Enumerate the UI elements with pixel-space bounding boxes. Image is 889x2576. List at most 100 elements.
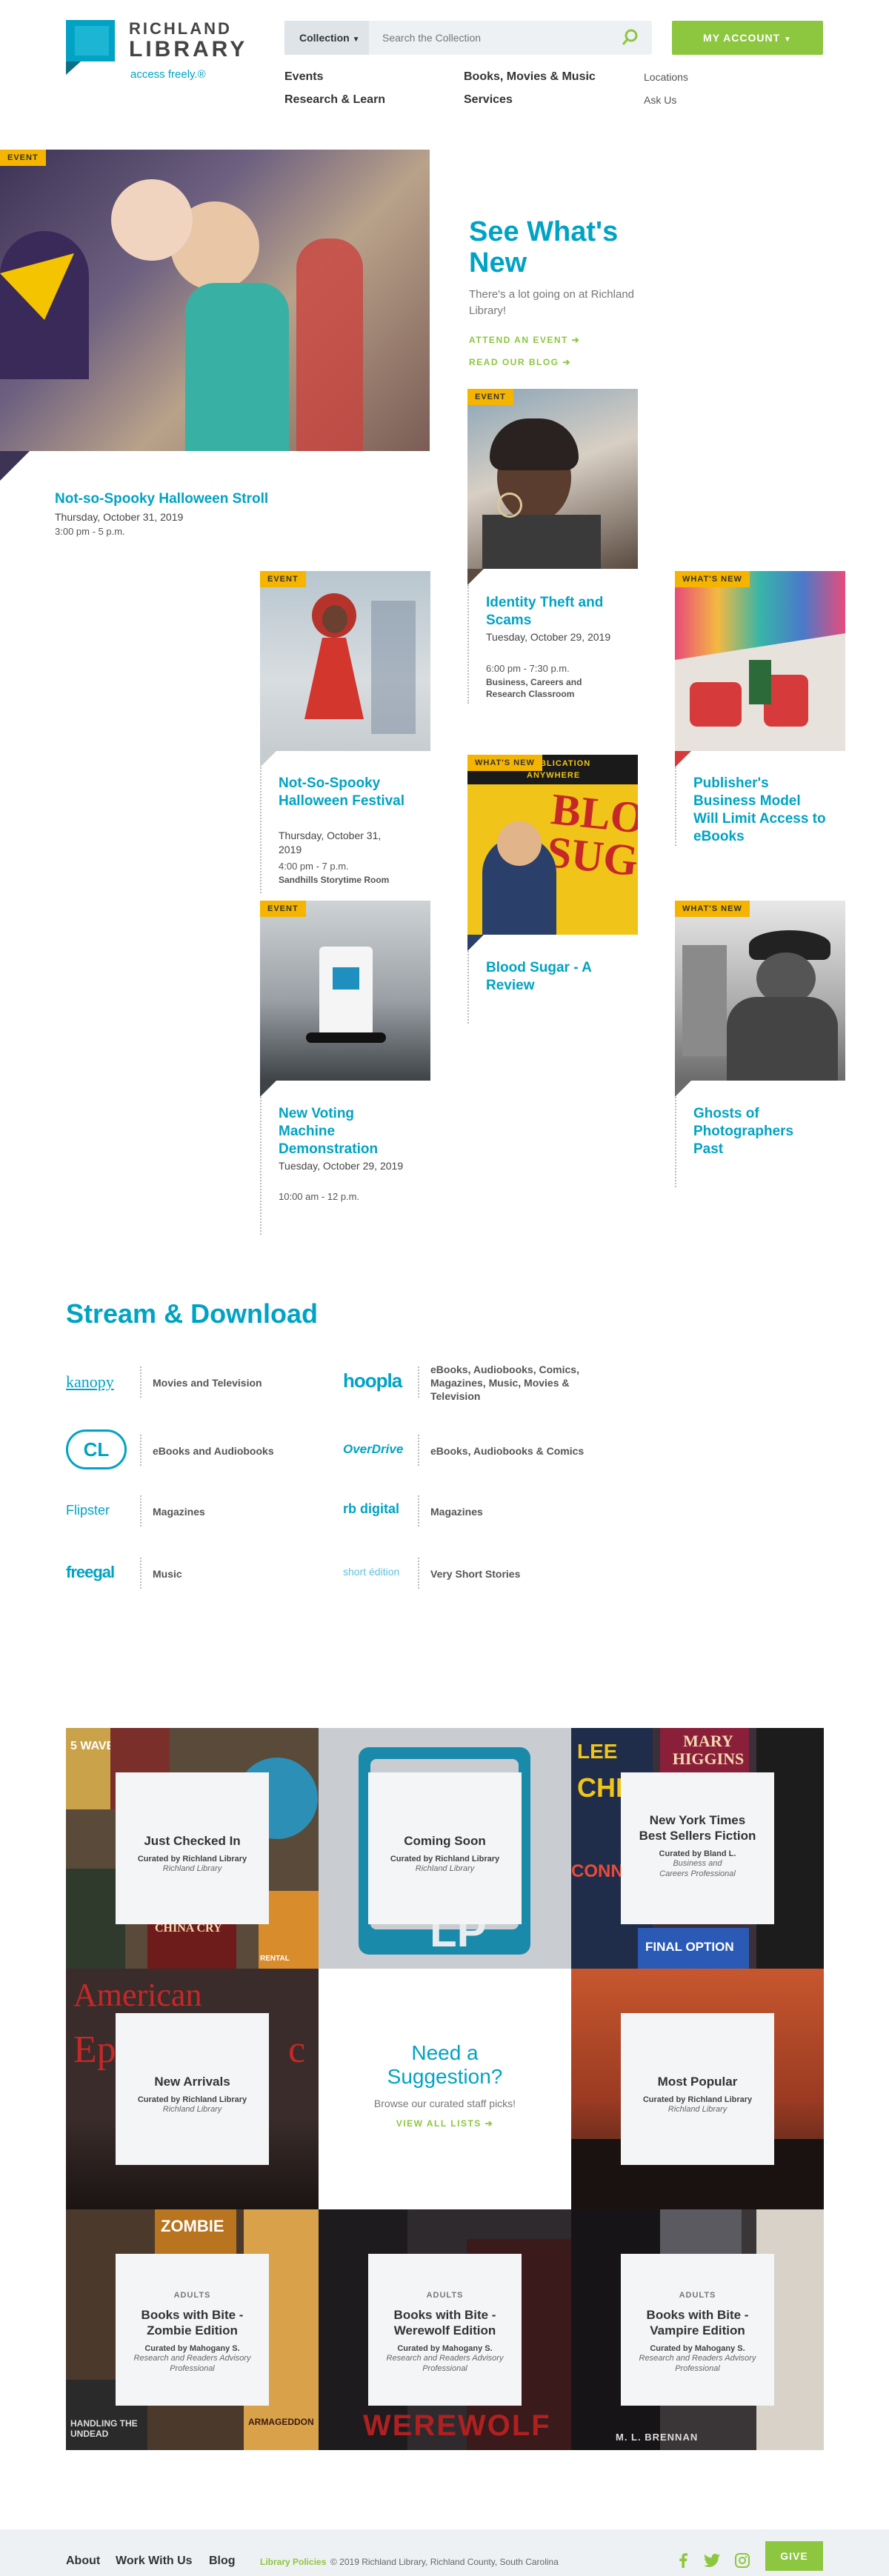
read-blog-link[interactable]: READ OUR BLOG ➔ — [469, 357, 571, 367]
dotted-divider — [675, 767, 676, 846]
nav-books-movies-music[interactable]: Books, Movies & Music — [464, 70, 596, 84]
list-card: Coming Soon Curated by Richland Library … — [368, 1772, 522, 1924]
book-cover-text: c — [288, 2029, 306, 2071]
background-child — [296, 238, 363, 451]
flipster-logo[interactable]: Flipster — [66, 1503, 110, 1518]
search-input[interactable] — [376, 21, 613, 55]
footer-policies-link[interactable]: Library Policies — [260, 2557, 326, 2567]
nav-locations[interactable]: Locations — [644, 71, 688, 83]
suggestion-text: Browse our curated staff picks! — [373, 2098, 516, 2109]
view-all-lists-link[interactable]: VIEW ALL LISTS ➔ — [319, 2118, 571, 2129]
search-icon[interactable] — [619, 27, 642, 49]
stream-label[interactable]: eBooks, Audiobooks & Comics — [430, 1444, 584, 1458]
rbdigital-logo[interactable]: rb digital — [343, 1501, 399, 1517]
stream-separator — [140, 1558, 141, 1589]
give-button[interactable]: GIVE — [765, 2541, 823, 2571]
my-account-button[interactable]: MY ACCOUNT ▼ — [672, 21, 823, 55]
footer-work-with-us-link[interactable]: Work With Us — [116, 2555, 193, 2568]
search-bar: Collection ▼ — [284, 21, 652, 55]
card-title[interactable]: Ghosts of Photographers Past — [693, 1105, 819, 1158]
facebook-icon[interactable] — [677, 2553, 689, 2568]
list-tile-new-arrivals[interactable]: American Ep c New Arrivals Curated by Ri… — [66, 1969, 319, 2209]
earring — [497, 493, 522, 518]
book-cover-text: ZOMBIE — [161, 2217, 224, 2235]
list-curator-role: Research and Readers Advisory Profession… — [639, 2354, 756, 2373]
list-curator: Curated by Richland Library — [137, 2095, 247, 2104]
child-face-2 — [111, 179, 193, 261]
event-photo-halloween-stroll[interactable] — [0, 150, 430, 451]
list-curator: Curated by Mahogany S. — [397, 2344, 493, 2353]
card-title[interactable]: Not-so-Spooky Halloween Stroll — [55, 490, 366, 508]
stream-label[interactable]: Very Short Stories — [430, 1567, 520, 1581]
card-location: Sandhills Storytime Room — [279, 875, 390, 885]
list-tile-nyt-fiction[interactable]: LEE CHILD MARY HIGGINS CONNELLY FINAL OP… — [571, 1728, 824, 1969]
freegal-logo[interactable]: freegal — [66, 1563, 115, 1582]
search-scope-select[interactable]: Collection ▼ — [284, 21, 369, 55]
list-curator: Curated by Richland Library — [137, 1855, 247, 1863]
list-card: New Arrivals Curated by Richland Library… — [116, 2013, 269, 2165]
news-photo-ghosts[interactable] — [675, 901, 845, 1081]
footer-blog-link[interactable]: Blog — [209, 2555, 236, 2568]
card-title[interactable]: Identity Theft and Scams — [486, 594, 627, 630]
hoopla-logo[interactable]: hoopla — [343, 1369, 402, 1392]
list-tile-werewolf[interactable]: WEREWOLF ADULTS Books with Bite - Werewo… — [319, 2209, 571, 2450]
list-tile-just-checked-in[interactable]: 5 WAVE CHINA CRY RENTAL Just Checked In … — [66, 1728, 319, 1969]
list-curator: Curated by Bland L. — [659, 1849, 736, 1858]
stream-label[interactable]: Magazines — [430, 1505, 483, 1518]
kanopy-logo[interactable]: kanopy — [66, 1372, 114, 1392]
logo-text-richland[interactable]: RICHLAND — [129, 19, 232, 39]
person-shirt — [482, 515, 601, 569]
news-photo-publishers[interactable] — [675, 571, 845, 751]
event-photo-halloween-festival[interactable] — [260, 571, 430, 751]
nav-research-learn[interactable]: Research & Learn — [284, 93, 385, 107]
twitter-icon[interactable] — [704, 2554, 720, 2567]
event-photo-voting-machine[interactable] — [260, 901, 430, 1081]
list-tile-zombie[interactable]: ZOMBIE HANDLING THE UNDEAD ARMAGEDDON AD… — [66, 2209, 319, 2450]
nav-events[interactable]: Events — [284, 70, 323, 84]
book-cover-text: M. L. BRENNAN — [616, 2432, 699, 2443]
list-title: New York Times Best Sellers Fiction — [639, 1813, 756, 1843]
nav-ask-us[interactable]: Ask Us — [644, 94, 676, 106]
cloudlibrary-logo[interactable]: CL — [66, 1429, 127, 1469]
book-cover-text: FINAL OPTION — [645, 1940, 734, 1954]
instagram-icon[interactable] — [735, 2553, 750, 2568]
site-footer — [0, 2529, 889, 2576]
list-tile-coming-soon[interactable]: LP Coming Soon Curated by Richland Libra… — [319, 1728, 571, 1969]
list-tile-vampire[interactable]: M. L. BRENNAN ADULTS Books with Bite - V… — [571, 2209, 824, 2450]
list-curator-role: Richland Library — [415, 1864, 475, 1873]
card-title[interactable]: Not-So-Spooky Halloween Festival — [279, 775, 404, 810]
stream-separator — [140, 1367, 141, 1398]
card-title[interactable]: Blood Sugar - A Review — [486, 959, 619, 995]
list-curator-role: Richland Library — [667, 2105, 727, 2114]
short-edition-logo[interactable]: short édition — [343, 1566, 399, 1578]
cover-title: BLOOD SUG — [544, 784, 638, 886]
book-cover-text: ARMAGEDDON — [248, 2417, 314, 2427]
card-tag: EVENT — [467, 389, 513, 405]
stream-separator — [418, 1435, 419, 1466]
stream-label[interactable]: Magazines — [153, 1505, 205, 1518]
footer-about-link[interactable]: About — [66, 2555, 100, 2568]
logo-text-library[interactable]: LIBRARY — [129, 37, 247, 62]
list-tile-most-popular[interactable]: Most Popular Curated by Richland Library… — [571, 1969, 824, 2209]
stream-label[interactable]: Music — [153, 1567, 182, 1581]
stream-label[interactable]: Movies and Television — [153, 1376, 262, 1389]
news-photo-blood-sugar[interactable]: FIRST PUBLICATION ANYWHERE BLOOD SUG — [467, 755, 638, 935]
search-scope-label: Collection — [299, 32, 350, 44]
stream-separator — [140, 1435, 141, 1466]
overdrive-logo[interactable]: OverDrive — [343, 1442, 403, 1457]
card-tag: EVENT — [0, 150, 46, 166]
library-logo-icon[interactable] — [66, 20, 115, 75]
suggestion-tile: Need a Suggestion? Browse our curated st… — [319, 1969, 571, 2209]
nav-services[interactable]: Services — [464, 93, 513, 107]
photographer-coat — [727, 997, 838, 1081]
stream-label[interactable]: eBooks and Audiobooks — [153, 1444, 274, 1458]
list-curator: Curated by Mahogany S. — [650, 2344, 745, 2353]
attend-event-link[interactable]: ATTEND AN EVENT ➔ — [469, 335, 580, 345]
card-title[interactable]: Publisher's Business Model Will Limit Ac… — [693, 775, 827, 846]
list-title: Coming Soon — [404, 1834, 486, 1848]
stream-label[interactable]: eBooks, Audiobooks, Comics, Magazines, M… — [430, 1363, 601, 1403]
book-cover-text: 5 WAVE — [70, 1740, 115, 1752]
event-photo-identity-theft[interactable] — [467, 389, 638, 569]
photo-corner — [675, 751, 691, 767]
card-title[interactable]: New Voting Machine Demonstration — [279, 1105, 404, 1158]
